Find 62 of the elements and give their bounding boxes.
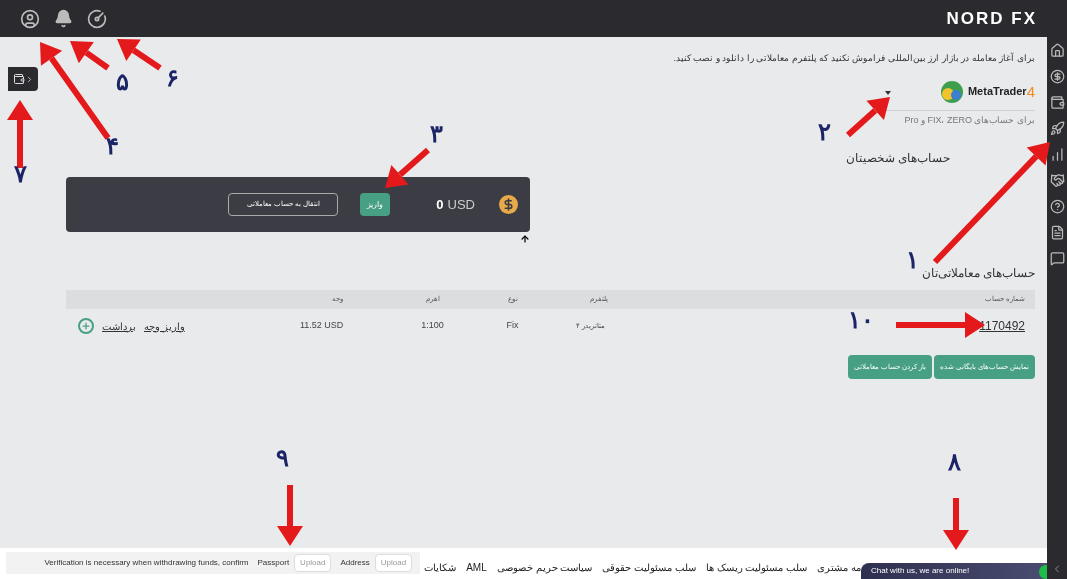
platform-version: 4 bbox=[1026, 84, 1035, 99]
document-label: Passport bbox=[257, 557, 290, 569]
dollar-icon[interactable] bbox=[1049, 69, 1065, 84]
annotation-number: ۱۰ bbox=[848, 308, 874, 332]
section-heading: حساب‌های معاملاتی‌تان bbox=[921, 265, 1035, 282]
annotation-number: ۴ bbox=[106, 134, 119, 158]
annotation-number: ۷ bbox=[14, 162, 27, 186]
dollar-coin-icon bbox=[499, 195, 518, 214]
arrow-up-icon bbox=[520, 234, 530, 244]
footer-link[interactable]: سلب مسئولیت حقوقی bbox=[602, 560, 696, 575]
platform-name: MetaTrader bbox=[967, 84, 1027, 100]
action-link[interactable]: برداشت bbox=[102, 318, 136, 334]
account-link[interactable]: 1170492 bbox=[979, 317, 1025, 335]
table-cell-text: Fix bbox=[505, 319, 520, 333]
wallet-toggle-button[interactable] bbox=[8, 67, 38, 91]
annotation-number: ۵ bbox=[116, 70, 129, 94]
logo[interactable]: NORD FX bbox=[946, 5, 1037, 32]
section-heading: حساب‌های شخصیتان bbox=[845, 150, 950, 167]
annotation-arrow bbox=[846, 97, 890, 138]
footer-link[interactable]: شکایات bbox=[424, 560, 457, 575]
annotation-number: ۹ bbox=[276, 446, 289, 470]
chat-text: Chat with us, we are online! bbox=[871, 565, 970, 577]
handshake-icon[interactable] bbox=[1049, 173, 1065, 188]
platform-note: برای حساب‌های FIX، ZERO و Pro bbox=[904, 113, 1035, 127]
annotation-arrow bbox=[943, 498, 969, 550]
wallet-icon[interactable] bbox=[1049, 95, 1065, 110]
home-icon[interactable] bbox=[1049, 43, 1065, 58]
bell-icon[interactable] bbox=[54, 9, 73, 28]
verification-message: Verification is necessary when withdrawing funds, confirm bbox=[44, 557, 249, 569]
plus-icon bbox=[81, 321, 91, 331]
annotation-arrow bbox=[277, 485, 303, 546]
chat-widget[interactable]: Chat with us, we are online! bbox=[861, 563, 1047, 579]
table-cell-text: 1:100 bbox=[420, 319, 445, 333]
table-cell-text: 11.52 USD bbox=[299, 319, 345, 333]
wallet-icon bbox=[12, 73, 25, 85]
annotation-number: ۶ bbox=[166, 66, 179, 90]
chat-icon[interactable] bbox=[1049, 251, 1065, 266]
add-button[interactable] bbox=[78, 318, 94, 334]
caret-icon[interactable] bbox=[885, 90, 891, 95]
help-icon[interactable] bbox=[1049, 199, 1065, 214]
action-link[interactable]: واریز وجه bbox=[144, 318, 185, 334]
annotation-number: ۱ bbox=[906, 248, 919, 272]
footer-link[interactable]: AML bbox=[466, 560, 487, 575]
annotation-arrow bbox=[7, 100, 33, 168]
annotation-arrow bbox=[385, 147, 430, 188]
rocket-icon[interactable] bbox=[1049, 121, 1065, 136]
globe-logo-icon bbox=[939, 79, 964, 104]
annotation-number: ۸ bbox=[948, 450, 961, 474]
annotation-arrow bbox=[117, 39, 162, 71]
gauge-icon[interactable] bbox=[87, 8, 107, 29]
intro-text: برای آغاز معامله در بازار ارز بین‌المللی فراموش نکنید که پلتفرم معاملاتی را دانلود و نصب کنید. bbox=[672, 52, 1035, 66]
annotation-number: ۲ bbox=[818, 120, 831, 144]
balance-currency: USD bbox=[447, 195, 475, 214]
bar-chart-icon[interactable] bbox=[1049, 147, 1065, 162]
balance-amount: 0 bbox=[436, 195, 444, 214]
footer-link[interactable]: سلب مسئولیت ریسک ها bbox=[705, 560, 808, 575]
user-icon[interactable] bbox=[20, 8, 40, 29]
annotation-number: ۳ bbox=[430, 122, 443, 146]
footer-link[interactable]: مه مشتری bbox=[817, 560, 861, 575]
document-icon[interactable] bbox=[1049, 225, 1065, 240]
document-label: Address bbox=[340, 557, 370, 569]
footer-link[interactable]: سیاست حریم خصوصی bbox=[496, 560, 593, 575]
